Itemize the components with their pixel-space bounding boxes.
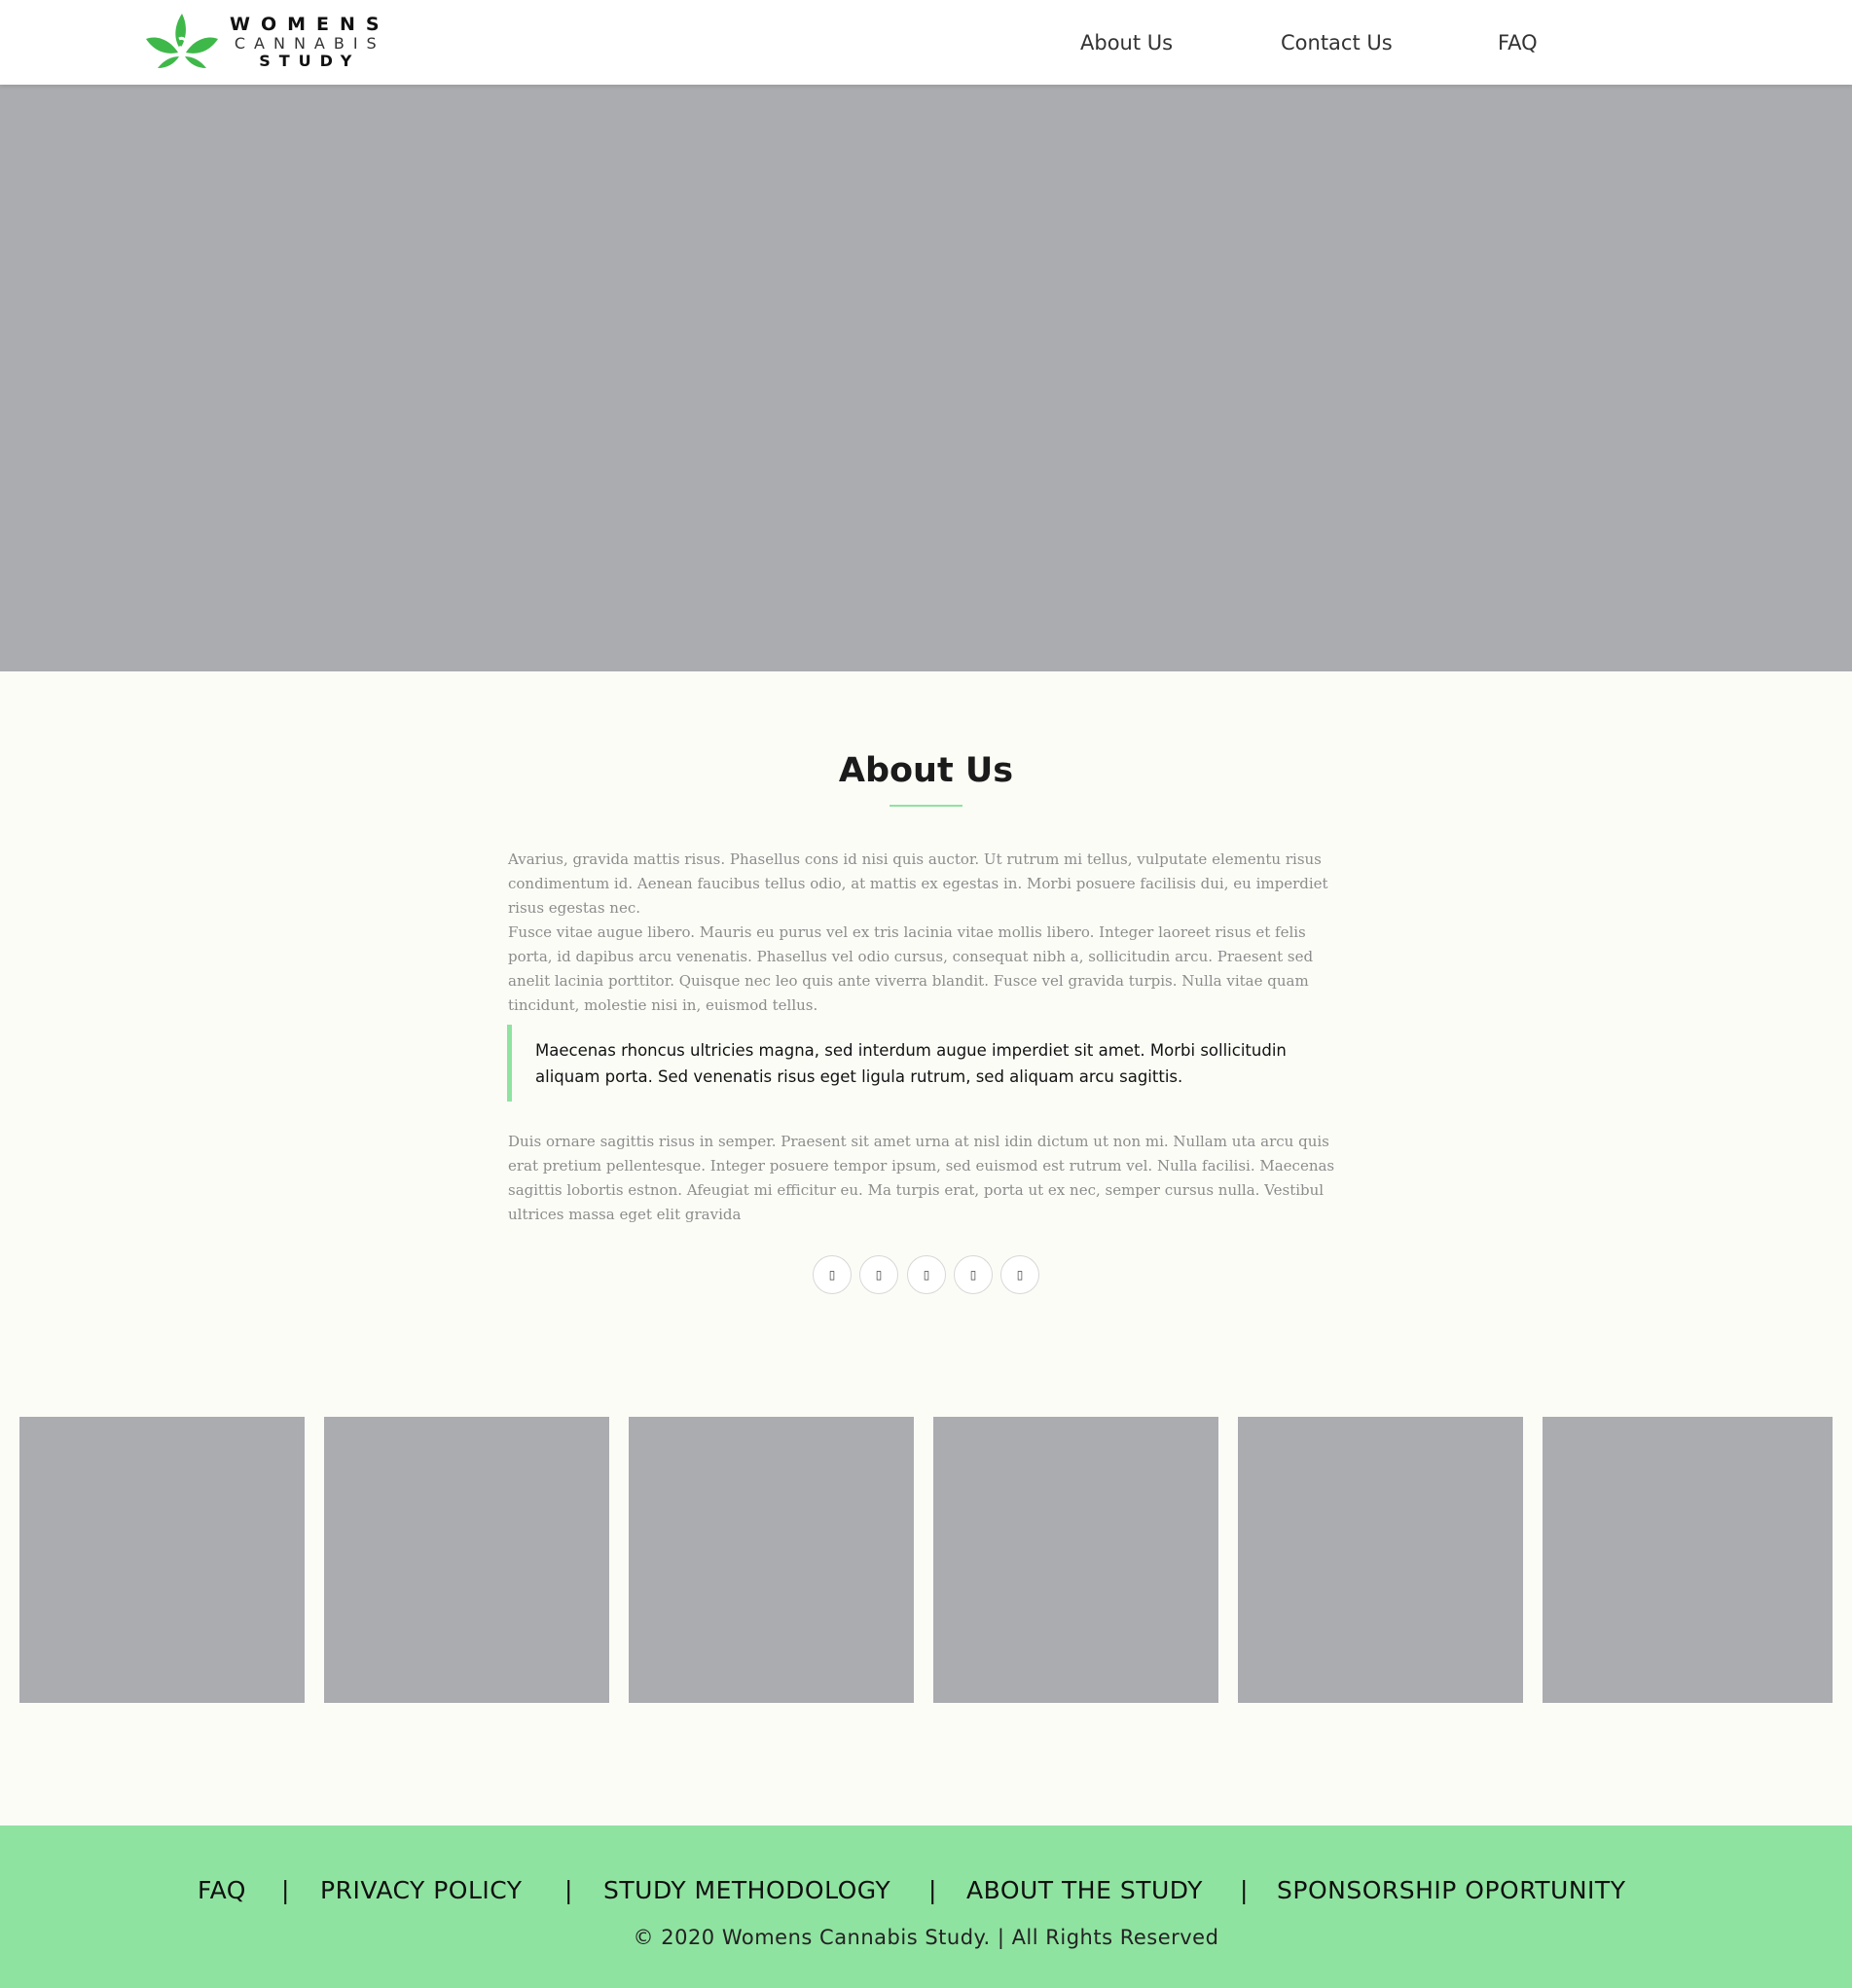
footer-link-sponsorship[interactable]: SPONSORSHIP OPORTUNITY [1277,1876,1625,1904]
gallery-image[interactable] [19,1417,305,1703]
site-header: WOMENS CANNABIS STUDY About Us Contact U… [0,0,1852,85]
hero-image-placeholder [0,85,1852,671]
blockquote: Maecenas rhoncus ultricies magna, sed in… [507,1025,1351,1102]
footer-separator: | [928,1876,937,1904]
gallery-image[interactable] [933,1417,1218,1703]
about-title: About Us [838,751,1014,790]
footer-link-study-methodology[interactable]: STUDY METHODOLOGY [603,1876,890,1904]
nav-contact-us[interactable]: Contact Us [1281,31,1393,54]
blockquote-text: Maecenas rhoncus ultricies magna, sed in… [535,1041,1287,1086]
copyright-text: © 2020 Womens Cannabis Study. | All Righ… [633,1926,1219,1949]
nav-about-us[interactable]: About Us [1080,31,1173,54]
instagram-icon[interactable]: ▯ [907,1255,946,1294]
gallery-image[interactable] [629,1417,914,1703]
footer-links: FAQ | PRIVACY POLICY | STUDY METHODOLOGY… [0,1876,1852,1907]
youtube-icon[interactable]: ▯ [1000,1255,1039,1294]
footer-separator: | [564,1876,573,1904]
nav-faq[interactable]: FAQ [1498,31,1538,54]
gallery-image[interactable] [324,1417,609,1703]
gallery-image[interactable] [1543,1417,1833,1703]
facebook-icon[interactable]: ▯ [813,1255,852,1294]
title-divider [890,805,962,807]
main-nav: About Us Contact Us FAQ [0,0,1852,85]
site-footer: FAQ | PRIVACY POLICY | STUDY METHODOLOGY… [0,1825,1852,1988]
footer-separator: | [281,1876,290,1904]
twitter-icon[interactable]: ▯ [859,1255,898,1294]
gallery-image[interactable] [1238,1417,1523,1703]
footer-link-faq[interactable]: FAQ [198,1876,246,1904]
about-paragraph-3: Duis ornare sagittis risus in semper. Pr… [508,1133,1335,1223]
footer-separator: | [1240,1876,1249,1904]
footer-link-about-the-study[interactable]: ABOUT THE STUDY [966,1876,1203,1904]
about-paragraph-1: Avarius, gravida mattis risus. Phasellus… [508,850,1328,917]
footer-link-privacy-policy[interactable]: PRIVACY POLICY [320,1876,523,1904]
about-paragraph-2: Fusce vitae augue libero. Mauris eu puru… [508,923,1314,1014]
linkedin-icon[interactable]: ▯ [954,1255,993,1294]
